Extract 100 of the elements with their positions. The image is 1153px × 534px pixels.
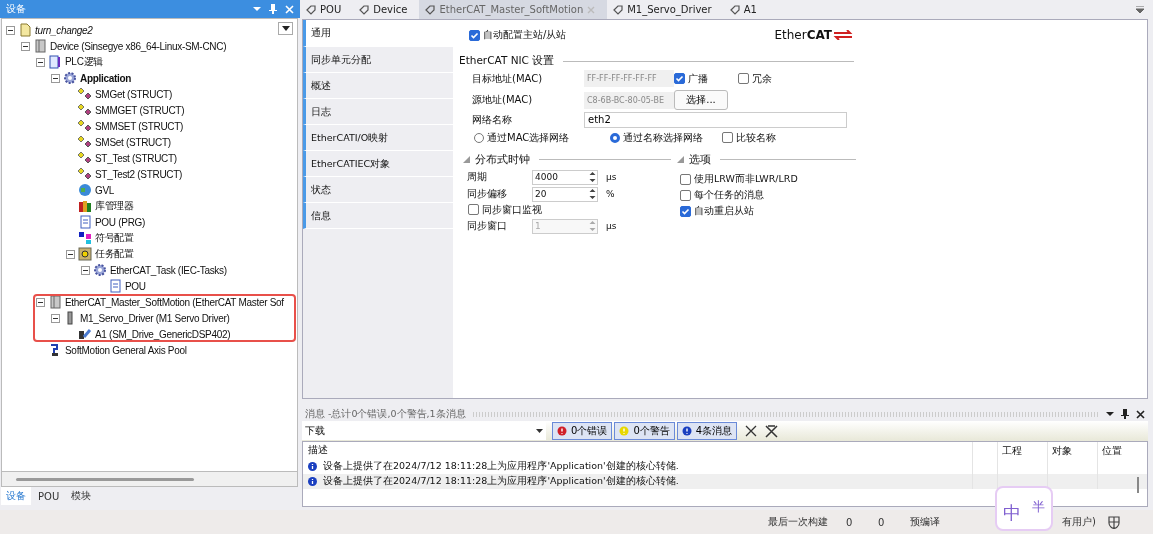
collapse-icon[interactable] bbox=[6, 25, 15, 35]
panel-tab[interactable]: POU bbox=[33, 488, 65, 504]
diamonds-icon bbox=[78, 135, 92, 149]
editor-tab[interactable]: POU bbox=[300, 0, 354, 19]
collapse-triangle-icon[interactable] bbox=[463, 155, 470, 163]
collapse-icon[interactable] bbox=[51, 313, 60, 323]
tree-item[interactable]: GVL bbox=[94, 184, 116, 196]
tree-item[interactable]: turn_change2 bbox=[34, 24, 94, 36]
tree-item[interactable]: A1 (SM_Drive_GenericDSP402) bbox=[94, 328, 232, 340]
collapse-icon[interactable] bbox=[66, 249, 75, 259]
tree-item[interactable]: SoftMotion General Axis Pool bbox=[64, 344, 188, 356]
panel-title: 设备 bbox=[6, 2, 26, 16]
column-header[interactable]: 描述 bbox=[303, 444, 972, 457]
close-icon[interactable] bbox=[1136, 409, 1145, 419]
spinner-arrows-icon[interactable] bbox=[588, 170, 597, 184]
tree-item[interactable]: Device (Sinsegye x86_64-Linux-SM-CNC) bbox=[49, 40, 228, 52]
collapse-icon[interactable] bbox=[81, 265, 90, 275]
collapse-icon[interactable] bbox=[21, 41, 30, 51]
checkbox[interactable] bbox=[469, 29, 480, 41]
checkbox[interactable] bbox=[674, 73, 685, 84]
checkbox[interactable] bbox=[680, 173, 691, 185]
checkbox-label: 冗余 bbox=[752, 71, 772, 86]
scrollbar-thumb[interactable] bbox=[1137, 477, 1139, 493]
tree-item[interactable]: ST_Test2 (STRUCT) bbox=[94, 168, 184, 180]
tree-item[interactable]: 符号配置 bbox=[94, 231, 135, 245]
side-tab[interactable]: EtherCATI/O映射 bbox=[303, 125, 453, 151]
side-tab[interactable]: 日志 bbox=[303, 99, 453, 125]
tab-list-icon[interactable] bbox=[1136, 6, 1144, 13]
checkbox[interactable] bbox=[738, 73, 749, 84]
clear-all-icon[interactable] bbox=[765, 424, 779, 438]
tree-item[interactable]: SMMSET (STRUCT) bbox=[94, 120, 185, 132]
collapse-icon[interactable] bbox=[36, 297, 45, 307]
tree-item[interactable]: EtherCAT_Master_SoftMotion (EtherCAT Master Sof bbox=[64, 296, 285, 308]
field-label: 目标地址(MAC) bbox=[472, 71, 544, 86]
squares-icon bbox=[78, 231, 92, 245]
tree-item[interactable]: Application bbox=[79, 72, 133, 84]
side-tab[interactable]: 概述 bbox=[303, 73, 453, 99]
clear-icon[interactable] bbox=[745, 425, 758, 437]
error-icon bbox=[557, 426, 567, 436]
radio-label: 通过名称选择网络 bbox=[623, 130, 703, 145]
tree-item[interactable]: 库管理器 bbox=[94, 199, 135, 213]
tree-item[interactable]: M1_Servo_Driver (M1 Servo Driver) bbox=[79, 312, 231, 324]
spin-field[interactable]: 4000 bbox=[532, 169, 598, 185]
filter-button[interactable]: 0个警告 bbox=[614, 422, 675, 440]
side-tab[interactable]: EtherCATIEC对象 bbox=[303, 151, 453, 177]
checkbox-label: 自动重启从站 bbox=[694, 204, 754, 218]
tag-icon bbox=[613, 4, 624, 15]
tag-icon bbox=[306, 4, 316, 15]
side-tab[interactable]: 信息 bbox=[303, 203, 453, 229]
checkbox[interactable] bbox=[722, 132, 733, 143]
input-method-badge[interactable]: 中 半 bbox=[995, 486, 1053, 531]
checkbox-label: 每个任务的消息 bbox=[694, 188, 764, 202]
tree-item[interactable]: POU bbox=[124, 280, 147, 292]
collapse-icon[interactable] bbox=[36, 57, 45, 67]
radio-button[interactable] bbox=[474, 132, 484, 143]
source-dropdown[interactable]: 下载 bbox=[302, 422, 546, 440]
editor-tab[interactable]: EtherCAT_Master_SoftMotion bbox=[419, 0, 608, 19]
spinner-arrows-icon[interactable] bbox=[588, 187, 597, 201]
select-button[interactable]: 选择... bbox=[674, 90, 728, 110]
tree-item[interactable]: SMMGET (STRUCT) bbox=[94, 104, 186, 116]
side-tab[interactable]: 状态 bbox=[303, 177, 453, 203]
info-icon bbox=[308, 477, 317, 486]
tree-item[interactable]: SMSet (STRUCT) bbox=[94, 136, 172, 148]
editor-tab[interactable]: Device bbox=[353, 0, 420, 19]
panel-tab[interactable]: 模块 bbox=[66, 487, 97, 505]
tree-dropdown-button[interactable] bbox=[278, 22, 293, 35]
spin-field[interactable]: 20 bbox=[532, 186, 598, 202]
radio-button[interactable] bbox=[610, 132, 620, 143]
info-icon bbox=[308, 462, 317, 471]
section-title: 分布式时钟 bbox=[475, 151, 530, 167]
column-header[interactable]: 位置 bbox=[1097, 442, 1147, 459]
checkbox-label: 同步窗口监视 bbox=[482, 202, 542, 217]
dropdown-icon[interactable] bbox=[1106, 411, 1114, 417]
tree-item[interactable]: ST_Test (STRUCT) bbox=[94, 152, 178, 164]
filter-button[interactable]: 0个错误 bbox=[552, 422, 613, 440]
scrollbar-thumb[interactable] bbox=[16, 477, 194, 481]
filter-button[interactable]: 4条消息 bbox=[676, 422, 738, 440]
network-name-field[interactable]: eth2 bbox=[584, 111, 847, 128]
editor-tab[interactable]: A1 bbox=[723, 0, 769, 19]
column-header[interactable]: 工程 bbox=[997, 442, 1047, 459]
tree-item[interactable]: PLC逻辑 bbox=[64, 55, 104, 69]
tree-item[interactable]: SMGet (STRUCT) bbox=[94, 88, 173, 100]
unit-label: μs bbox=[606, 172, 617, 182]
server-icon bbox=[33, 39, 47, 53]
collapse-icon[interactable] bbox=[51, 73, 60, 83]
side-tab[interactable]: 通用 bbox=[303, 20, 454, 47]
tree-item[interactable]: EtherCAT_Task (IEC-Tasks) bbox=[109, 264, 228, 276]
editor-tab[interactable]: M1_Servo_Driver bbox=[607, 0, 724, 19]
column-header[interactable]: 对象 bbox=[1047, 442, 1097, 459]
checkbox[interactable] bbox=[680, 205, 691, 217]
tree-item[interactable]: 任务配置 bbox=[94, 247, 135, 261]
checkbox[interactable] bbox=[680, 189, 691, 201]
side-tab[interactable]: 同步单元分配 bbox=[303, 47, 453, 73]
collapse-triangle-icon[interactable] bbox=[677, 155, 684, 163]
shield-icon[interactable] bbox=[1108, 515, 1120, 529]
diamonds-icon bbox=[78, 103, 92, 117]
panel-tab[interactable]: 设备 bbox=[1, 487, 31, 505]
checkbox[interactable] bbox=[468, 204, 479, 215]
pin-icon[interactable] bbox=[1121, 409, 1129, 419]
tree-item[interactable]: POU (PRG) bbox=[94, 216, 147, 228]
